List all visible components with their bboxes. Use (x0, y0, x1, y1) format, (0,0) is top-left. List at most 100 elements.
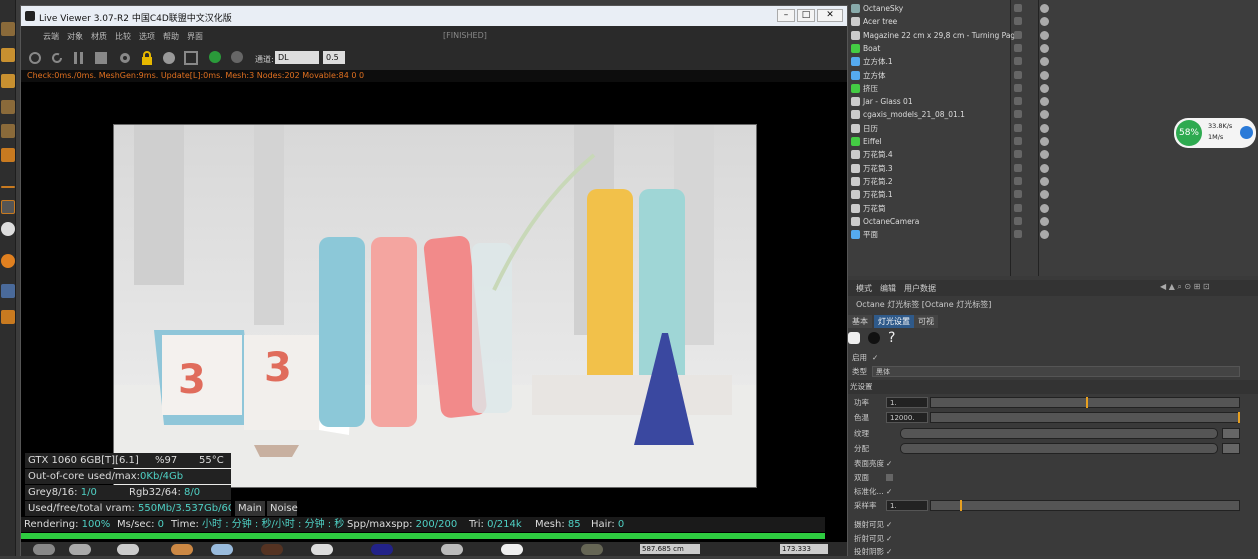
cube-tool-icon[interactable] (1, 22, 15, 36)
visibility-toggle-icon[interactable] (1014, 163, 1022, 172)
coord-x-field[interactable]: 587.685 cm (640, 544, 700, 554)
object-row[interactable]: 立方体 (848, 69, 1258, 82)
object-row[interactable]: 万花筒.3 (848, 162, 1258, 175)
temp-input[interactable]: 12000. (886, 412, 928, 423)
distribution-browse-button[interactable] (1222, 443, 1240, 454)
object-row[interactable]: OctaneSky (848, 2, 1258, 15)
material-ball[interactable] (69, 544, 91, 555)
menu-help[interactable]: 帮助 (163, 31, 179, 42)
object-row[interactable]: 万花筒.4 (848, 148, 1258, 161)
mouse-tool-icon[interactable] (1, 200, 15, 214)
camera-visible-checkbox[interactable]: ✓ (886, 518, 892, 532)
gear-icon[interactable] (117, 50, 133, 66)
visibility-toggle-icon[interactable] (1014, 17, 1022, 26)
material-sphere-icon[interactable] (161, 50, 177, 66)
object-row[interactable]: 万花筒.2 (848, 175, 1258, 188)
menu-cloud[interactable]: 云端 (43, 31, 59, 42)
normalize-checkbox[interactable]: ✓ (886, 485, 892, 499)
visibility-toggle-icon[interactable] (1014, 97, 1022, 106)
surface-checkbox[interactable]: ✓ (886, 457, 892, 471)
close-button[interactable]: ✕ (817, 9, 843, 22)
power-slider[interactable] (930, 397, 1240, 408)
cube-edit-icon[interactable] (1, 100, 15, 114)
cast-shadow-checkbox[interactable]: ✓ (886, 545, 892, 559)
material-ball[interactable] (371, 544, 393, 555)
material-tag-icon[interactable] (1040, 4, 1049, 13)
checker-tool-icon[interactable] (1, 48, 15, 62)
visibility-toggle-icon[interactable] (1014, 110, 1022, 119)
visibility-toggle-icon[interactable] (1014, 150, 1022, 159)
tab-visibility[interactable]: 可视 (914, 315, 938, 328)
grid-tool-icon[interactable] (1, 74, 15, 88)
tab-light-settings[interactable]: 灯光设置 (874, 315, 914, 328)
stop-icon[interactable] (93, 50, 109, 66)
visibility-toggle-icon[interactable] (1014, 70, 1022, 79)
pause-icon[interactable] (71, 50, 87, 66)
object-row[interactable]: 立方体.1 (848, 55, 1258, 68)
refraction-visible-checkbox[interactable]: ✓ (886, 532, 892, 546)
lock-icon[interactable] (139, 50, 155, 66)
material-tag-icon[interactable] (1040, 123, 1049, 133)
material-tag-icon[interactable] (1040, 190, 1049, 200)
snap-icon[interactable] (1, 222, 15, 236)
material-ball[interactable] (581, 544, 603, 555)
menu-interface[interactable]: 界面 (187, 31, 203, 42)
tab-main[interactable]: Main (235, 501, 265, 516)
visibility-toggle-icon[interactable] (1014, 230, 1022, 239)
material-tag-icon[interactable] (1040, 30, 1049, 40)
object-row[interactable]: 平面 (848, 228, 1258, 241)
maximize-button[interactable]: □ (797, 9, 815, 22)
visibility-toggle-icon[interactable] (1014, 176, 1022, 185)
visibility-toggle-icon[interactable] (1014, 137, 1022, 145)
menu-options[interactable]: 选项 (139, 31, 155, 42)
object-row[interactable]: Jar - Glass 01 (848, 95, 1258, 108)
attr-menu-userdata[interactable]: 用户数据 (904, 283, 936, 294)
light-preview-icon[interactable] (868, 332, 880, 344)
material-ball[interactable] (33, 544, 55, 555)
material-ball[interactable] (441, 544, 463, 555)
restart-icon[interactable] (49, 50, 65, 66)
tab-basic[interactable]: 基本 (848, 315, 872, 328)
sampling-input[interactable]: 1. (886, 500, 928, 511)
material-tag-icon[interactable] (1040, 110, 1049, 120)
material-tag-icon[interactable] (1040, 216, 1049, 226)
visibility-toggle-icon[interactable] (1014, 57, 1022, 66)
material-tag-icon[interactable] (1040, 137, 1049, 146)
model-tool-icon[interactable] (1, 148, 15, 162)
visibility-toggle-icon[interactable] (1014, 190, 1022, 199)
temp-slider[interactable] (930, 412, 1240, 423)
power-input[interactable]: 1. (886, 397, 928, 408)
net-monitor-widget[interactable]: 58% 33.8K/s 1M/s (1174, 118, 1256, 148)
tab-noise[interactable]: Noise (267, 501, 298, 516)
menu-compare[interactable]: 比较 (115, 31, 131, 42)
visibility-toggle-icon[interactable] (1014, 83, 1022, 92)
visibility-toggle-icon[interactable] (1014, 216, 1022, 225)
poly-tool-icon[interactable] (1, 124, 15, 138)
distribution-link-field[interactable] (900, 443, 1218, 454)
send-scene-icon[interactable] (27, 50, 43, 66)
material-tag-icon[interactable] (1040, 97, 1049, 107)
pin-picker-icon[interactable] (229, 50, 245, 66)
object-row[interactable]: Acer tree (848, 15, 1258, 28)
focus-picker-icon[interactable] (207, 50, 223, 66)
material-tag-icon[interactable] (1040, 83, 1049, 93)
light-toggle-icon[interactable] (848, 332, 860, 344)
material-ball[interactable] (171, 544, 193, 555)
attr-menu-mode[interactable]: 模式 (856, 283, 872, 294)
type-dropdown[interactable]: 黑体 (872, 366, 1240, 377)
render-image[interactable]: 3 3 (113, 124, 757, 488)
material-ball[interactable] (261, 544, 283, 555)
double-checkbox[interactable] (886, 474, 893, 481)
region-render-icon[interactable] (183, 50, 199, 66)
texture-link-field[interactable] (900, 428, 1218, 439)
visibility-toggle-icon[interactable] (1014, 30, 1022, 39)
material-tag-icon[interactable] (1040, 230, 1049, 240)
material-tag-icon[interactable] (1040, 203, 1049, 213)
power-slider-handle[interactable] (1086, 397, 1088, 408)
material-tag-icon[interactable] (1040, 43, 1049, 53)
plus-icon[interactable] (1240, 126, 1253, 139)
material-tag-icon[interactable] (1040, 17, 1049, 27)
sampling-slider-handle[interactable] (960, 500, 962, 511)
enable-checkbox[interactable]: ✓ (872, 351, 878, 365)
attr-menu-edit[interactable]: 编辑 (880, 283, 896, 294)
